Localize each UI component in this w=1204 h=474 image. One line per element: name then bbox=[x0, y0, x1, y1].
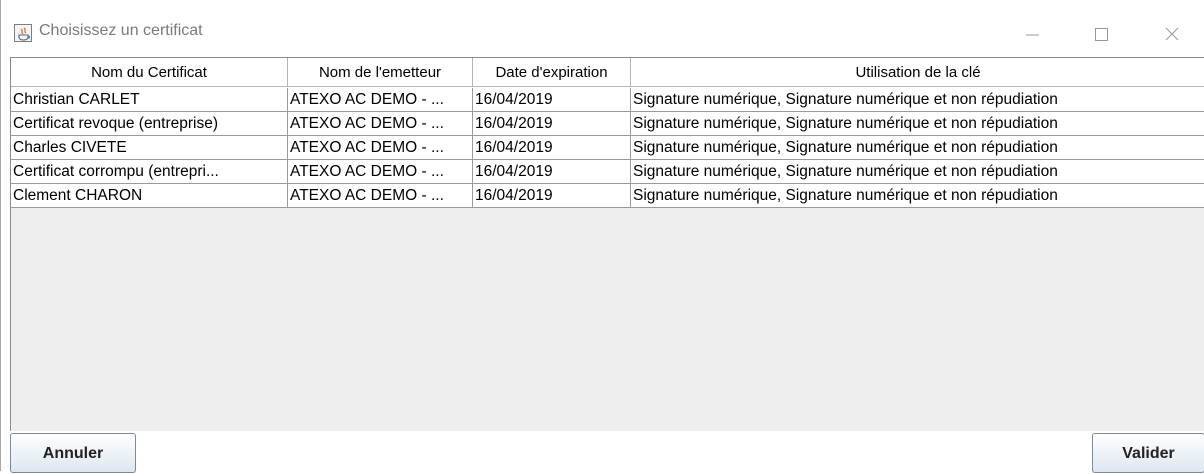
issuer-cell: ATEXO AC DEMO - ... bbox=[288, 88, 473, 112]
validate-button[interactable]: Valider bbox=[1092, 433, 1204, 473]
table-header: Nom du Certificat Nom de l'emetteur Date… bbox=[11, 58, 1204, 88]
close-icon[interactable] bbox=[1149, 14, 1195, 52]
table-row[interactable]: Certificat revoque (entreprise) ATEXO AC… bbox=[11, 112, 1204, 136]
java-app-icon bbox=[14, 24, 32, 42]
issuer-cell: ATEXO AC DEMO - ... bbox=[288, 112, 473, 136]
certificate-name-cell: Certificat corrompu (entrepri... bbox=[11, 160, 288, 184]
certificate-name-cell: Clement CHARON bbox=[11, 184, 288, 208]
title-bar[interactable]: Choisissez un certificat bbox=[1, 0, 1204, 56]
table-row[interactable]: Certificat corrompu (entrepri... ATEXO A… bbox=[11, 160, 1204, 184]
expiration-date-cell: 16/04/2019 bbox=[473, 160, 631, 184]
key-usage-cell: Signature numérique, Signature numérique… bbox=[631, 88, 1204, 112]
issuer-cell: ATEXO AC DEMO - ... bbox=[288, 160, 473, 184]
column-header-expiration-date[interactable]: Date d'expiration bbox=[473, 58, 631, 87]
certificate-dialog: Choisissez un certificat Nom du Certific… bbox=[0, 0, 1204, 473]
table-row[interactable]: Christian CARLET ATEXO AC DEMO - ... 16/… bbox=[11, 88, 1204, 112]
key-usage-cell: Signature numérique, Signature numérique… bbox=[631, 112, 1204, 136]
column-header-certificate-name[interactable]: Nom du Certificat bbox=[11, 58, 288, 87]
key-usage-cell: Signature numérique, Signature numérique… bbox=[631, 184, 1204, 208]
issuer-cell: ATEXO AC DEMO - ... bbox=[288, 184, 473, 208]
maximize-icon[interactable] bbox=[1079, 14, 1125, 52]
certificate-name-cell: Charles CIVETE bbox=[11, 136, 288, 160]
issuer-cell: ATEXO AC DEMO - ... bbox=[288, 136, 473, 160]
key-usage-cell: Signature numérique, Signature numérique… bbox=[631, 136, 1204, 160]
certificate-name-cell: Christian CARLET bbox=[11, 88, 288, 112]
cancel-button[interactable]: Annuler bbox=[10, 433, 136, 473]
table-row[interactable]: Clement CHARON ATEXO AC DEMO - ... 16/04… bbox=[11, 184, 1204, 208]
certificate-table[interactable]: Nom du Certificat Nom de l'emetteur Date… bbox=[10, 57, 1204, 431]
expiration-date-cell: 16/04/2019 bbox=[473, 184, 631, 208]
certificate-name-cell: Certificat revoque (entreprise) bbox=[11, 112, 288, 136]
table-row[interactable]: Charles CIVETE ATEXO AC DEMO - ... 16/04… bbox=[11, 136, 1204, 160]
expiration-date-cell: 16/04/2019 bbox=[473, 88, 631, 112]
expiration-date-cell: 16/04/2019 bbox=[473, 136, 631, 160]
minimize-icon[interactable] bbox=[1009, 14, 1055, 52]
column-header-issuer[interactable]: Nom de l'emetteur bbox=[288, 58, 473, 87]
window-title: Choisissez un certificat bbox=[39, 22, 203, 39]
key-usage-cell: Signature numérique, Signature numérique… bbox=[631, 160, 1204, 184]
expiration-date-cell: 16/04/2019 bbox=[473, 112, 631, 136]
column-header-key-usage[interactable]: Utilisation de la clé bbox=[631, 58, 1204, 87]
